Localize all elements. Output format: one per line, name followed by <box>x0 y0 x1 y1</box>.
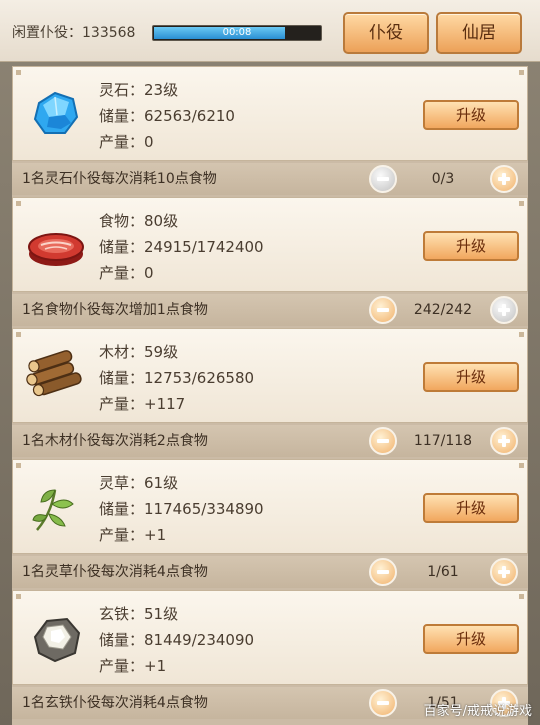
spirit-stone-icon <box>25 83 87 145</box>
resource-info: 灵草：61级 储量：117465/334890 产量：+1 <box>99 470 264 548</box>
servant-cost-row: 1名木材仆役每次消耗2点食物 117/118 <box>12 425 528 457</box>
resource-storage: 储量：62563/6210 <box>99 107 235 125</box>
resource-level: 食物：80级 <box>99 212 179 230</box>
timer-progress-bar: 00:08 <box>152 25 322 41</box>
upgrade-button[interactable]: 升级 <box>423 624 519 654</box>
resource-storage: 储量：81449/234090 <box>99 631 255 649</box>
minus-icon <box>377 439 389 443</box>
meat-icon <box>25 214 87 276</box>
resource-level: 灵草：61级 <box>99 474 179 492</box>
resource-list: 灵石：23级 储量：62563/6210 产量：0 升级 1名灵石仆役每次消耗1… <box>12 66 528 725</box>
servant-cost-text: 1名灵草仆役每次消耗4点食物 <box>22 564 208 580</box>
upgrade-button[interactable]: 升级 <box>423 231 519 261</box>
resource-output: 产量：0 <box>99 264 154 282</box>
servant-cost-row: 1名灵草仆役每次消耗4点食物 1/61 <box>12 556 528 588</box>
decrease-servant-button[interactable] <box>369 165 397 193</box>
tab-residence[interactable]: 仙居 <box>436 12 522 54</box>
servant-count: 0/3 <box>431 171 455 187</box>
minus-icon <box>377 177 389 181</box>
wood-logs-icon <box>25 345 87 407</box>
minus-icon <box>377 701 389 705</box>
servant-cost-text: 1名食物仆役每次增加1点食物 <box>22 302 208 318</box>
servant-count: 117/118 <box>413 433 473 449</box>
servant-cost-text: 1名木材仆役每次消耗2点食物 <box>22 433 208 449</box>
decrease-servant-button[interactable] <box>369 689 397 717</box>
resource-card: 灵草：61级 储量：117465/334890 产量：+1 升级 <box>12 459 528 554</box>
resource-card: 灵石：23级 储量：62563/6210 产量：0 升级 <box>12 66 528 161</box>
resource-output: 产量：0 <box>99 133 154 151</box>
iron-ore-icon <box>25 607 87 669</box>
top-bar: 闲置仆役：133568 00:08 仆役 仙居 <box>0 0 540 62</box>
servant-count: 1/61 <box>427 564 459 580</box>
tab-servants[interactable]: 仆役 <box>343 12 429 54</box>
resource-level: 灵石：23级 <box>99 81 179 99</box>
resource-output: 产量：+117 <box>99 395 186 413</box>
resource-output: 产量：+1 <box>99 526 167 544</box>
resource-storage: 储量：24915/1742400 <box>99 238 264 256</box>
increase-servant-button[interactable] <box>490 165 518 193</box>
upgrade-button[interactable]: 升级 <box>423 493 519 523</box>
servant-cost-row: 1名灵石仆役每次消耗10点食物 0/3 <box>12 163 528 195</box>
decrease-servant-button[interactable] <box>369 296 397 324</box>
decrease-servant-button[interactable] <box>369 558 397 586</box>
resource-storage: 储量：12753/626580 <box>99 369 255 387</box>
resource-level: 玄铁：51级 <box>99 605 179 623</box>
resource-info: 食物：80级 储量：24915/1742400 产量：0 <box>99 208 264 286</box>
increase-servant-button[interactable] <box>490 558 518 586</box>
timer-text: 00:08 <box>222 27 252 38</box>
minus-icon <box>377 308 389 312</box>
decrease-servant-button[interactable] <box>369 427 397 455</box>
resource-card: 玄铁：51级 储量：81449/234090 产量：+1 升级 <box>12 590 528 685</box>
resource-output: 产量：+1 <box>99 657 167 675</box>
resource-info: 木材：59级 储量：12753/626580 产量：+117 <box>99 339 254 417</box>
upgrade-button[interactable]: 升级 <box>423 100 519 130</box>
resource-card: 食物：80级 储量：24915/1742400 产量：0 升级 <box>12 197 528 292</box>
servant-cost-text: 1名玄铁仆役每次消耗4点食物 <box>22 695 208 711</box>
watermark-text: 百家号/戒戒说游戏 <box>423 704 532 719</box>
servant-count: 242/242 <box>413 302 473 318</box>
resource-storage: 储量：117465/334890 <box>99 500 264 518</box>
resource-card: 木材：59级 储量：12753/626580 产量：+117 升级 <box>12 328 528 423</box>
increase-servant-button[interactable] <box>490 427 518 455</box>
servant-cost-row: 1名食物仆役每次增加1点食物 242/242 <box>12 294 528 326</box>
resource-info: 灵石：23级 储量：62563/6210 产量：0 <box>99 77 235 155</box>
idle-servants-label: 闲置仆役：133568 <box>12 25 136 41</box>
upgrade-button[interactable]: 升级 <box>423 362 519 392</box>
minus-icon <box>377 570 389 574</box>
resource-info: 玄铁：51级 储量：81449/234090 产量：+1 <box>99 601 254 679</box>
servant-cost-text: 1名灵石仆役每次消耗10点食物 <box>22 171 217 187</box>
herb-leaf-icon <box>25 476 87 538</box>
resource-level: 木材：59级 <box>99 343 179 361</box>
increase-servant-button[interactable] <box>490 296 518 324</box>
